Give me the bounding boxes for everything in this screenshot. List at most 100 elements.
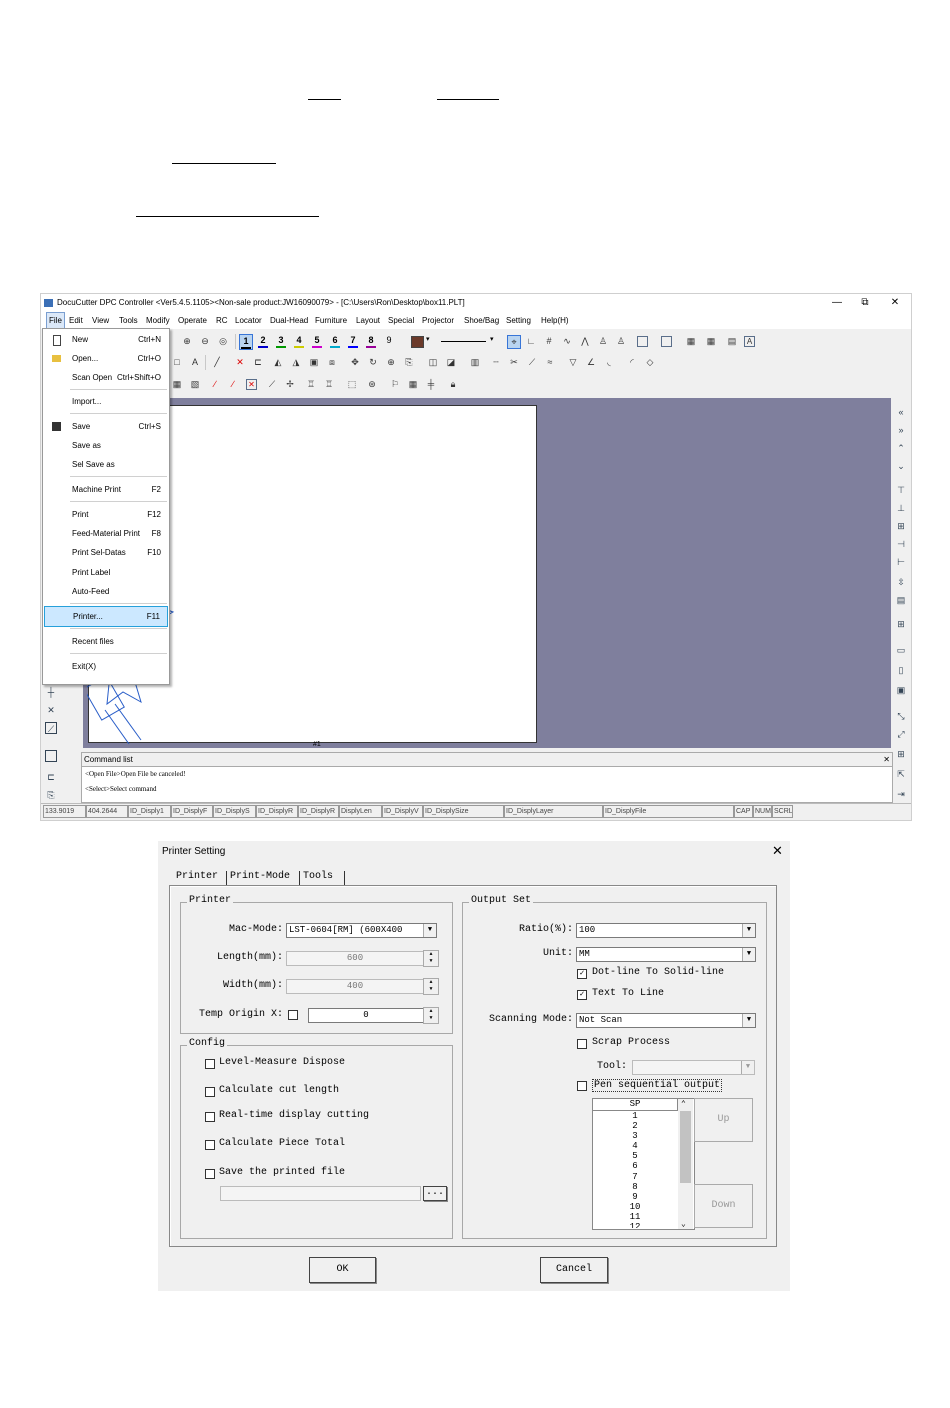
text-tool-icon[interactable]: A — [744, 336, 755, 347]
color-swatch[interactable] — [411, 336, 424, 348]
group-icon[interactable]: ◫ — [427, 356, 439, 368]
knife-icon[interactable]: ∕ — [209, 378, 221, 390]
list-item[interactable]: 2 — [593, 1121, 677, 1131]
width-input[interactable]: 400 — [286, 979, 424, 994]
list-item[interactable]: 6 — [593, 1161, 677, 1171]
menu-item-sel-save-as[interactable]: Sel Save as — [43, 455, 169, 474]
dialog-close-icon[interactable]: ✕ — [772, 844, 783, 857]
edit-node-icon[interactable]: ⬚ — [346, 378, 358, 390]
menu-locator[interactable]: Locator — [235, 312, 262, 329]
zoom-in-icon[interactable]: ⊕ — [181, 335, 193, 347]
stack-icon[interactable]: ▤ — [895, 594, 907, 606]
wave-icon[interactable]: ≈ — [544, 356, 556, 368]
temp-origin-spinner[interactable]: ▲ ▼ — [423, 1007, 439, 1024]
pen-up-icon[interactable]: ♙ — [615, 335, 627, 347]
layer-1-button[interactable]: 1 — [239, 334, 253, 350]
dash-line-icon[interactable]: ┄ — [490, 356, 502, 368]
unit-select[interactable]: MM ▼ — [576, 947, 756, 962]
curve-icon[interactable]: ∿ — [561, 335, 573, 347]
menu-item-machine-print[interactable]: Machine Print F2 — [43, 480, 169, 499]
delete-icon[interactable]: ✕ — [234, 356, 246, 368]
double-up-icon[interactable]: ⌃ — [895, 442, 907, 454]
chevron-down-icon[interactable]: ⌄ — [681, 1219, 686, 1229]
menu-item-recent-files[interactable]: Recent files — [43, 632, 169, 651]
length-input[interactable]: 600 — [286, 951, 424, 966]
ungroup-icon[interactable]: ◪ — [445, 356, 457, 368]
chevron-down-icon[interactable]: ▼ — [741, 1061, 754, 1074]
list-item[interactable]: 11 — [593, 1212, 677, 1222]
save-path-input[interactable] — [220, 1186, 421, 1201]
scrap-process-checkbox[interactable] — [577, 1039, 587, 1049]
spread-icon[interactable]: ⊞ — [895, 618, 907, 630]
grid-2-icon[interactable]: ▦ — [407, 378, 419, 390]
close-button[interactable]: ✕ — [881, 294, 909, 312]
menu-setting[interactable]: Setting — [506, 312, 531, 329]
align-icon[interactable]: ▣ — [308, 356, 320, 368]
save-printed-file-checkbox[interactable] — [205, 1169, 215, 1179]
menu-file[interactable]: File — [46, 312, 65, 329]
menu-projector[interactable]: Projector — [422, 312, 454, 329]
cross-icon[interactable]: ✢ — [284, 378, 296, 390]
menu-item-exit[interactable]: Exit(X) — [43, 657, 169, 676]
add-icon[interactable]: ⊞ — [895, 748, 907, 760]
calculate-cut-length-checkbox[interactable] — [205, 1087, 215, 1097]
notch-icon[interactable]: ▽ — [567, 356, 579, 368]
align-left-icon[interactable]: ⊣ — [895, 538, 907, 550]
align-center-icon[interactable]: ⊢ — [895, 556, 907, 568]
ratio-select[interactable]: 100 ▼ — [576, 923, 756, 938]
angle-icon[interactable]: ∠ — [585, 356, 597, 368]
calculate-piece-total-checkbox[interactable] — [205, 1140, 215, 1150]
fillet-icon[interactable]: ◜ — [626, 356, 638, 368]
width-spinner[interactable]: ▲ ▼ — [423, 978, 439, 995]
arc-icon[interactable]: ◟ — [603, 356, 615, 368]
x-mark-icon[interactable]: ✕ — [45, 704, 57, 716]
menu-item-save-as[interactable]: Save as — [43, 436, 169, 455]
rectangle-icon[interactable]: □ — [171, 356, 183, 368]
lock-icon[interactable]: 🔒︎ — [447, 378, 459, 390]
mac-mode-select[interactable]: LST-0604[RM] (600X400 ▼ — [286, 923, 437, 938]
line-icon[interactable]: ╱ — [211, 356, 223, 368]
scale-icon[interactable]: ⧈ — [326, 356, 338, 368]
menu-furniture[interactable]: Furniture — [315, 312, 347, 329]
knife-left-icon[interactable]: ⊏ — [45, 771, 57, 783]
knife-off-icon[interactable]: ∕ — [227, 378, 239, 390]
corner-icon[interactable]: ⇱ — [895, 768, 907, 780]
paste-icon[interactable]: ⎘ — [45, 789, 57, 801]
grid-icon[interactable]: # — [543, 335, 555, 347]
nest-icon[interactable]: ▦ — [685, 335, 697, 347]
length-spinner[interactable]: ▲ ▼ — [423, 950, 439, 967]
command-panel-close-icon[interactable]: ✕ — [883, 753, 890, 766]
layer-4-button[interactable]: 4 — [293, 334, 305, 348]
menu-item-print[interactable]: Print F12 — [43, 505, 169, 524]
menu-tools[interactable]: Tools — [119, 312, 138, 329]
line-style-preview[interactable] — [441, 341, 486, 342]
tab-tools[interactable]: Tools — [303, 869, 333, 885]
menu-view[interactable]: View — [92, 312, 109, 329]
cancel-button[interactable]: Cancel — [540, 1257, 608, 1283]
layer-8-button[interactable]: 8 — [365, 334, 377, 348]
color-dropdown-arrow-icon[interactable]: ▾ — [426, 335, 430, 343]
restore-button[interactable]: ⧉ — [851, 294, 879, 312]
zoom-fit-icon[interactable]: ◎ — [217, 335, 229, 347]
scrollbar-thumb[interactable] — [680, 1111, 691, 1183]
copy-icon[interactable]: ⎘ — [403, 356, 415, 368]
menu-shoe-bag[interactable]: Shoe/Bag — [464, 312, 499, 329]
chevron-down-icon[interactable]: ▼ — [742, 948, 755, 961]
menu-item-feed-material-print[interactable]: Feed-Material Print F8 — [43, 524, 169, 543]
down-button[interactable]: Down — [694, 1184, 753, 1228]
list-item[interactable]: 5 — [593, 1151, 677, 1161]
tab-printer[interactable]: Printer — [176, 869, 218, 885]
list-item[interactable]: 1 — [593, 1111, 677, 1121]
pen-down-icon[interactable]: ♙ — [597, 335, 609, 347]
layer-2-button[interactable]: 2 — [257, 334, 269, 348]
minimize-button[interactable]: — — [823, 294, 851, 312]
chevron-down-icon[interactable]: ▼ — [742, 924, 755, 937]
align-middle-icon[interactable]: ⊞ — [895, 520, 907, 532]
align-top-icon[interactable]: ⊤ — [895, 484, 907, 496]
ruler-icon[interactable]: ∟ — [525, 335, 537, 347]
layer-7-button[interactable]: 7 — [347, 334, 359, 348]
menu-item-auto-feed[interactable]: Auto-Feed — [43, 582, 169, 601]
distribute-icon[interactable]: ⇳ — [895, 576, 907, 588]
list-item[interactable]: 10 — [593, 1202, 677, 1212]
menu-dual-head[interactable]: Dual-Head — [270, 312, 308, 329]
